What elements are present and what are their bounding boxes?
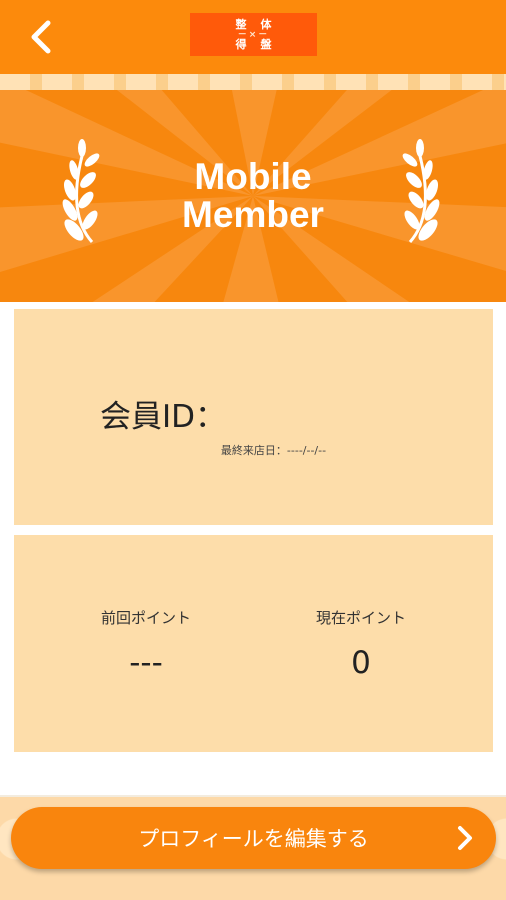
header-stripe: [0, 74, 506, 90]
previous-points-label: 前回ポイント: [100, 609, 191, 627]
member-id-card: 会員ID： 最終来店日：----/--/--: [14, 309, 493, 525]
logo-top-text: 整体: [235, 17, 286, 31]
current-points-value: 0: [351, 645, 371, 681]
app-header: 整体 －×－ 得盤: [0, 0, 506, 74]
member-id-label: 会員ID：: [100, 399, 227, 435]
chevron-left-icon: [31, 20, 51, 54]
previous-points-value: ---: [129, 645, 163, 681]
edit-profile-button[interactable]: プロフィールを編集する: [11, 807, 496, 869]
last-visit-date: 最終来店日：----/--/--: [220, 444, 327, 457]
current-points-label: 現在ポイント: [315, 609, 406, 627]
points-card: 前回ポイント --- 現在ポイント 0: [14, 535, 493, 752]
back-button[interactable]: [18, 14, 64, 60]
chevron-right-icon: [458, 826, 472, 850]
laurel-right-icon: [402, 139, 440, 243]
app-logo: 整体 －×－ 得盤: [190, 13, 317, 56]
logo-bottom-text: 得盤: [235, 37, 286, 51]
member-banner: Mobile Member: [0, 90, 506, 302]
edit-profile-label: プロフィールを編集する: [138, 827, 369, 851]
